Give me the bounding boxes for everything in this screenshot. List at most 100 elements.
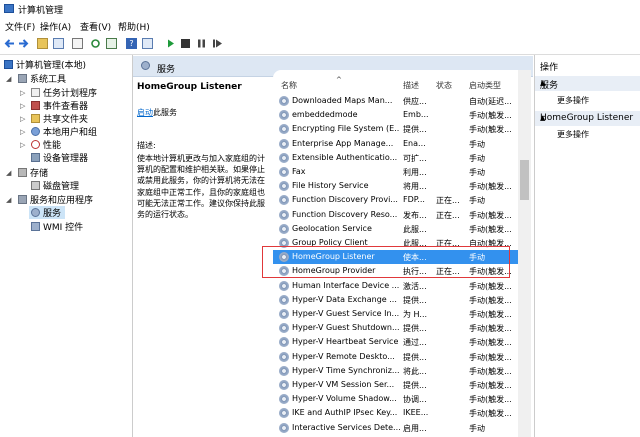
expand-arrow-icon[interactable]: ▷ — [20, 102, 25, 110]
service-row[interactable]: Encrypting File System (E... 提供... 手动(触发..… — [273, 122, 518, 136]
service-startup-cell: 手动(触发... — [469, 182, 512, 192]
column-startup-type[interactable]: 启动类型 — [469, 80, 501, 91]
tree-item-disk-management[interactable]: 磁盘管理 — [31, 179, 79, 192]
collapse-arrow-icon[interactable]: ◢ — [6, 196, 11, 204]
service-row[interactable]: Hyper-V Time Synchroniz... 将此... 手动(触发... — [273, 364, 518, 378]
service-row[interactable]: Hyper-V Heartbeat Service 通过... 手动(触发... — [273, 335, 518, 349]
expand-arrow-icon[interactable]: ▷ — [20, 89, 25, 97]
tree-item-device-manager[interactable]: 设备管理器 — [31, 151, 88, 164]
vertical-scrollbar[interactable] — [518, 70, 531, 437]
service-row[interactable]: Human Interface Device ... 激活... 手动(触发... — [273, 279, 518, 293]
service-startup-cell: 手动(触发... — [469, 381, 512, 390]
service-row[interactable]: HomeGroup Provider 执行... 正在... 手动(触发... — [273, 264, 518, 278]
service-desc-cell: 供应... — [403, 97, 427, 106]
up-folder-icon[interactable] — [37, 38, 48, 49]
service-row[interactable]: Function Discovery Reso... 发布... 正在... 手动(触… — [273, 208, 518, 222]
service-desc-cell: 激活... — [403, 281, 427, 291]
service-row[interactable]: Hyper-V Guest Service In... 为 H... 手动(触发..… — [273, 307, 518, 321]
tree-item-event-viewer[interactable]: 事件查看器 — [31, 99, 88, 112]
tree-item-services-apps[interactable]: 服务和应用程序 — [18, 193, 93, 206]
service-startup-cell: 手动(触发... — [469, 409, 512, 419]
tree-item-shared-folders[interactable]: 共享文件夹 — [31, 112, 88, 125]
tree-root[interactable]: 计算机管理(本地) — [4, 58, 86, 71]
service-gear-icon — [279, 394, 289, 405]
service-row[interactable]: Interactive Services Dete... 启用... 手动 — [273, 421, 518, 435]
expand-arrow-icon[interactable]: ▷ — [20, 115, 25, 123]
service-desc-cell: 此服... — [403, 239, 427, 248]
tree-item-system-tools[interactable]: 系统工具 — [18, 72, 66, 85]
service-name-cell: HomeGroup Provider — [292, 266, 376, 276]
column-name[interactable]: 名称 — [281, 80, 297, 91]
service-startup-cell: 手动 — [469, 153, 485, 163]
show-tree-icon[interactable] — [53, 38, 64, 49]
view-icon[interactable] — [142, 38, 153, 49]
actions-section-homegroup[interactable]: HomeGroup Listener ▲ — [535, 111, 640, 126]
service-row[interactable]: Enterprise App Manage... Ena... 手动 — [273, 137, 518, 151]
back-icon[interactable] — [4, 38, 15, 49]
pause-service-icon[interactable] — [196, 38, 207, 49]
start-service-icon[interactable] — [165, 38, 176, 49]
service-row[interactable]: Function Discovery Provi... FDP... 正在... 手动 — [273, 193, 518, 207]
refresh-icon[interactable] — [90, 38, 101, 49]
users-icon — [31, 127, 40, 136]
service-gear-icon — [279, 209, 289, 220]
menu-file[interactable]: 文件(F) — [5, 20, 35, 33]
service-startup-cell: 自动(触发... — [469, 239, 512, 248]
service-gear-icon — [279, 365, 289, 376]
tree-item-wmi[interactable]: WMI 控件 — [31, 220, 83, 233]
start-service-link[interactable]: 启动 — [137, 108, 153, 117]
service-row[interactable]: IKE and AuthIP IPsec Key... IKEE... 手动(触发.… — [273, 406, 518, 420]
stop-service-icon[interactable] — [181, 39, 190, 48]
service-row[interactable]: Geolocation Service 此服... 手动(触发... — [273, 222, 518, 236]
collapse-arrow-icon[interactable]: ◢ — [6, 75, 11, 83]
service-row[interactable]: Hyper-V Remote Deskto... 提供... 手动(触发... — [273, 350, 518, 364]
tree-item-performance[interactable]: 性能 — [31, 138, 61, 151]
service-row[interactable]: Fax 利用... 手动 — [273, 165, 518, 179]
computer-icon — [4, 60, 13, 69]
column-status[interactable]: 状态 — [436, 80, 452, 91]
service-row[interactable]: embeddedmode Emb... 手动(触发... — [273, 108, 518, 122]
service-row[interactable]: Hyper-V Guest Shutdown... 提供... 手动(触发... — [273, 321, 518, 335]
service-name-cell: Fax — [292, 167, 306, 176]
export-icon[interactable] — [106, 38, 117, 49]
scrollbar-thumb[interactable] — [520, 160, 529, 200]
service-gear-icon — [279, 138, 289, 149]
service-gear-icon — [279, 309, 289, 319]
actions-pane: 操作 服务 ▲ 更多操作 HomeGroup Listener ▲ 更多操作 — [534, 55, 640, 437]
service-row[interactable]: File History Service 将用... 手动(触发... — [273, 179, 518, 193]
forward-icon[interactable] — [18, 38, 29, 49]
service-row[interactable]: HomeGroup Listener 使本... 手动 — [273, 250, 518, 265]
more-actions-homegroup[interactable]: 更多操作 — [557, 129, 589, 140]
tree-item-local-users[interactable]: 本地用户和组 — [31, 125, 97, 138]
tree-item-services[interactable]: 服务 — [29, 206, 66, 219]
service-row[interactable]: Downloaded Maps Man... 供应... 自动(延迟... — [273, 94, 518, 108]
service-startup-cell: 手动(触发... — [469, 352, 512, 362]
service-row[interactable]: Hyper-V VM Session Ser... 提供... 手动(触发... — [273, 378, 518, 392]
service-desc-cell: 提供... — [403, 324, 427, 334]
help-icon[interactable]: ? — [126, 38, 137, 49]
description-label: 描述: — [137, 141, 156, 150]
expand-arrow-icon[interactable]: ▷ — [20, 141, 25, 149]
menu-view[interactable]: 查看(V) — [80, 20, 111, 33]
service-row[interactable]: Hyper-V Data Exchange ... 提供... 手动(触发... — [273, 293, 518, 307]
gear-icon — [141, 61, 150, 70]
column-description[interactable]: 描述 — [403, 80, 419, 91]
restart-service-icon[interactable] — [212, 38, 223, 49]
service-startup-cell: 手动(触发... — [469, 310, 512, 319]
collapse-arrow-icon[interactable]: ◢ — [6, 169, 11, 177]
properties-icon[interactable] — [72, 38, 83, 49]
service-row[interactable]: Hyper-V Volume Shadow... 协调... 手动(触发... — [273, 392, 518, 406]
service-startup-cell: 手动(触发... — [469, 281, 512, 291]
service-startup-cell: 手动(触发... — [469, 267, 512, 277]
menu-action[interactable]: 操作(A) — [40, 20, 71, 33]
more-actions-services[interactable]: 更多操作 — [557, 95, 589, 106]
expand-arrow-icon[interactable]: ▷ — [20, 128, 25, 136]
tree-item-storage[interactable]: 存储 — [18, 166, 48, 179]
tree-item-task-scheduler[interactable]: 任务计划程序 — [31, 86, 97, 99]
service-row[interactable]: Extensible Authenticatio... 可扩... 手动 — [273, 151, 518, 165]
service-desc-cell: 为 H... — [403, 310, 428, 319]
actions-section-services[interactable]: 服务 ▲ — [535, 76, 640, 91]
service-row[interactable]: Group Policy Client 此服... 正在... 自动(触发... — [273, 236, 518, 250]
clock-icon — [31, 88, 40, 97]
menu-help[interactable]: 帮助(H) — [118, 20, 150, 33]
